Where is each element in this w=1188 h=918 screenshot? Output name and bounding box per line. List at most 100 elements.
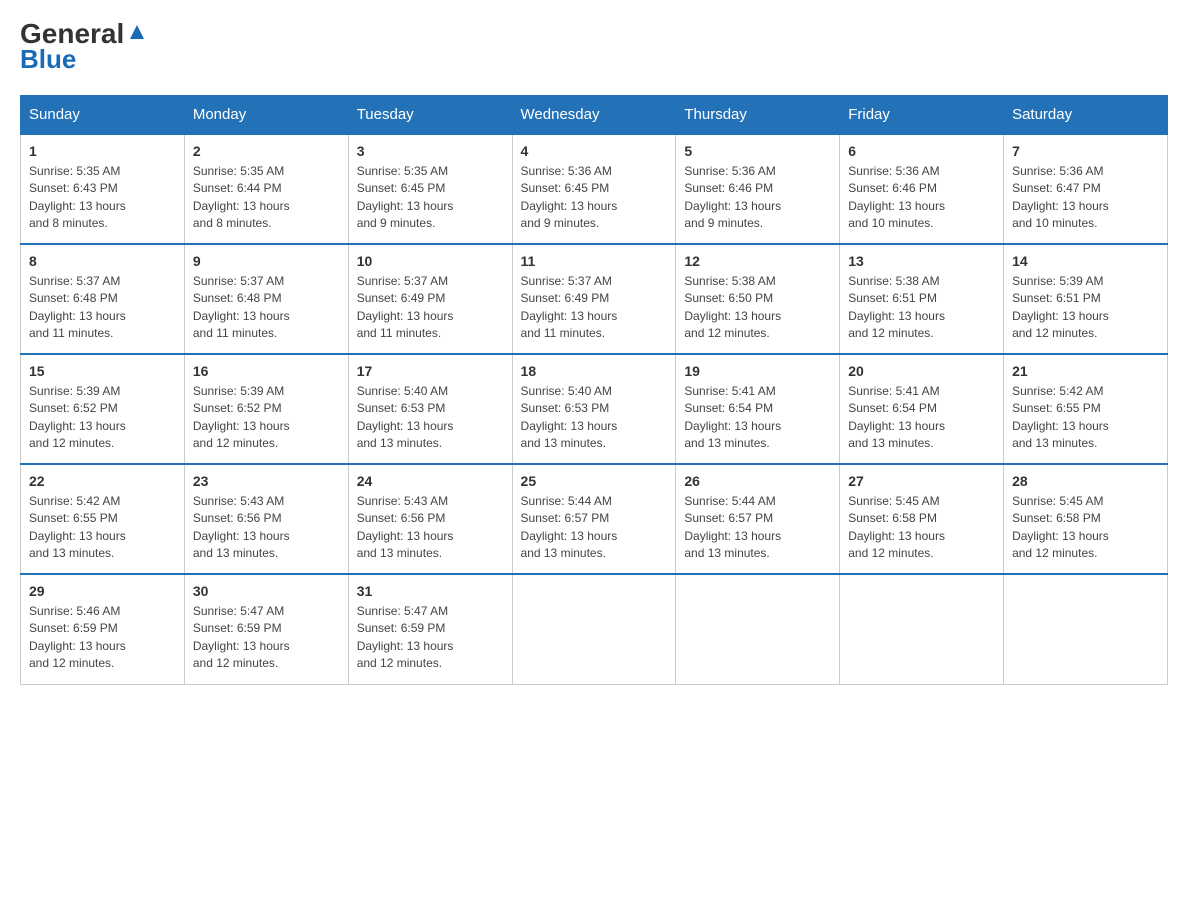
day-info: Sunrise: 5:36 AMSunset: 6:46 PMDaylight:… [684,163,831,233]
calendar-cell: 17 Sunrise: 5:40 AMSunset: 6:53 PMDaylig… [348,354,512,464]
day-number: 9 [193,253,340,269]
day-number: 15 [29,363,176,379]
day-number: 29 [29,583,176,599]
day-info: Sunrise: 5:41 AMSunset: 6:54 PMDaylight:… [684,383,831,453]
day-info: Sunrise: 5:37 AMSunset: 6:49 PMDaylight:… [357,273,504,343]
calendar-cell: 2 Sunrise: 5:35 AMSunset: 6:44 PMDayligh… [184,134,348,244]
calendar-cell: 31 Sunrise: 5:47 AMSunset: 6:59 PMDaylig… [348,574,512,684]
day-number: 5 [684,143,831,159]
day-number: 18 [521,363,668,379]
day-number: 23 [193,473,340,489]
day-number: 1 [29,143,176,159]
calendar-cell: 13 Sunrise: 5:38 AMSunset: 6:51 PMDaylig… [840,244,1004,354]
day-info: Sunrise: 5:47 AMSunset: 6:59 PMDaylight:… [357,603,504,673]
day-info: Sunrise: 5:39 AMSunset: 6:51 PMDaylight:… [1012,273,1159,343]
day-info: Sunrise: 5:45 AMSunset: 6:58 PMDaylight:… [848,493,995,563]
day-info: Sunrise: 5:39 AMSunset: 6:52 PMDaylight:… [193,383,340,453]
day-info: Sunrise: 5:40 AMSunset: 6:53 PMDaylight:… [521,383,668,453]
calendar-cell: 7 Sunrise: 5:36 AMSunset: 6:47 PMDayligh… [1004,134,1168,244]
day-info: Sunrise: 5:40 AMSunset: 6:53 PMDaylight:… [357,383,504,453]
day-info: Sunrise: 5:37 AMSunset: 6:48 PMDaylight:… [193,273,340,343]
header-day-monday: Monday [184,96,348,135]
calendar-cell [676,574,840,684]
calendar-cell: 8 Sunrise: 5:37 AMSunset: 6:48 PMDayligh… [21,244,185,354]
week-row-3: 15 Sunrise: 5:39 AMSunset: 6:52 PMDaylig… [21,354,1168,464]
day-number: 4 [521,143,668,159]
day-info: Sunrise: 5:37 AMSunset: 6:49 PMDaylight:… [521,273,668,343]
calendar-cell: 20 Sunrise: 5:41 AMSunset: 6:54 PMDaylig… [840,354,1004,464]
week-row-2: 8 Sunrise: 5:37 AMSunset: 6:48 PMDayligh… [21,244,1168,354]
logo-blue: Blue [20,44,76,75]
calendar-cell: 9 Sunrise: 5:37 AMSunset: 6:48 PMDayligh… [184,244,348,354]
day-number: 8 [29,253,176,269]
calendar-cell: 26 Sunrise: 5:44 AMSunset: 6:57 PMDaylig… [676,464,840,574]
day-number: 11 [521,253,668,269]
calendar-cell: 18 Sunrise: 5:40 AMSunset: 6:53 PMDaylig… [512,354,676,464]
calendar-cell: 29 Sunrise: 5:46 AMSunset: 6:59 PMDaylig… [21,574,185,684]
week-row-1: 1 Sunrise: 5:35 AMSunset: 6:43 PMDayligh… [21,134,1168,244]
day-number: 3 [357,143,504,159]
calendar-cell: 6 Sunrise: 5:36 AMSunset: 6:46 PMDayligh… [840,134,1004,244]
calendar-cell: 16 Sunrise: 5:39 AMSunset: 6:52 PMDaylig… [184,354,348,464]
day-number: 14 [1012,253,1159,269]
calendar-cell: 27 Sunrise: 5:45 AMSunset: 6:58 PMDaylig… [840,464,1004,574]
day-info: Sunrise: 5:35 AMSunset: 6:45 PMDaylight:… [357,163,504,233]
calendar-cell [840,574,1004,684]
calendar-cell: 1 Sunrise: 5:35 AMSunset: 6:43 PMDayligh… [21,134,185,244]
day-info: Sunrise: 5:39 AMSunset: 6:52 PMDaylight:… [29,383,176,453]
header-day-friday: Friday [840,96,1004,135]
calendar-cell: 30 Sunrise: 5:47 AMSunset: 6:59 PMDaylig… [184,574,348,684]
day-number: 13 [848,253,995,269]
day-number: 7 [1012,143,1159,159]
week-row-5: 29 Sunrise: 5:46 AMSunset: 6:59 PMDaylig… [21,574,1168,684]
header-day-tuesday: Tuesday [348,96,512,135]
day-number: 6 [848,143,995,159]
day-number: 10 [357,253,504,269]
day-info: Sunrise: 5:35 AMSunset: 6:43 PMDaylight:… [29,163,176,233]
calendar-cell: 4 Sunrise: 5:36 AMSunset: 6:45 PMDayligh… [512,134,676,244]
calendar-cell: 22 Sunrise: 5:42 AMSunset: 6:55 PMDaylig… [21,464,185,574]
day-number: 28 [1012,473,1159,489]
day-number: 31 [357,583,504,599]
day-number: 20 [848,363,995,379]
calendar-cell: 23 Sunrise: 5:43 AMSunset: 6:56 PMDaylig… [184,464,348,574]
calendar-cell: 21 Sunrise: 5:42 AMSunset: 6:55 PMDaylig… [1004,354,1168,464]
day-info: Sunrise: 5:46 AMSunset: 6:59 PMDaylight:… [29,603,176,673]
calendar-cell: 12 Sunrise: 5:38 AMSunset: 6:50 PMDaylig… [676,244,840,354]
calendar-cell: 10 Sunrise: 5:37 AMSunset: 6:49 PMDaylig… [348,244,512,354]
day-number: 16 [193,363,340,379]
header-row: SundayMondayTuesdayWednesdayThursdayFrid… [21,96,1168,135]
logo: General Blue [20,20,148,75]
day-info: Sunrise: 5:36 AMSunset: 6:46 PMDaylight:… [848,163,995,233]
day-number: 19 [684,363,831,379]
day-info: Sunrise: 5:42 AMSunset: 6:55 PMDaylight:… [1012,383,1159,453]
calendar-cell: 11 Sunrise: 5:37 AMSunset: 6:49 PMDaylig… [512,244,676,354]
page-header: General Blue [20,20,1168,75]
day-info: Sunrise: 5:45 AMSunset: 6:58 PMDaylight:… [1012,493,1159,563]
day-number: 30 [193,583,340,599]
calendar-cell [1004,574,1168,684]
day-info: Sunrise: 5:43 AMSunset: 6:56 PMDaylight:… [193,493,340,563]
day-info: Sunrise: 5:36 AMSunset: 6:45 PMDaylight:… [521,163,668,233]
calendar-cell: 25 Sunrise: 5:44 AMSunset: 6:57 PMDaylig… [512,464,676,574]
day-number: 21 [1012,363,1159,379]
day-number: 17 [357,363,504,379]
calendar-cell: 3 Sunrise: 5:35 AMSunset: 6:45 PMDayligh… [348,134,512,244]
day-number: 12 [684,253,831,269]
calendar-cell: 28 Sunrise: 5:45 AMSunset: 6:58 PMDaylig… [1004,464,1168,574]
calendar-cell: 5 Sunrise: 5:36 AMSunset: 6:46 PMDayligh… [676,134,840,244]
day-number: 22 [29,473,176,489]
day-info: Sunrise: 5:44 AMSunset: 6:57 PMDaylight:… [684,493,831,563]
day-info: Sunrise: 5:38 AMSunset: 6:51 PMDaylight:… [848,273,995,343]
day-info: Sunrise: 5:35 AMSunset: 6:44 PMDaylight:… [193,163,340,233]
calendar-table: SundayMondayTuesdayWednesdayThursdayFrid… [20,95,1168,685]
calendar-cell: 24 Sunrise: 5:43 AMSunset: 6:56 PMDaylig… [348,464,512,574]
day-number: 25 [521,473,668,489]
header-day-sunday: Sunday [21,96,185,135]
day-info: Sunrise: 5:36 AMSunset: 6:47 PMDaylight:… [1012,163,1159,233]
header-day-wednesday: Wednesday [512,96,676,135]
day-number: 2 [193,143,340,159]
header-day-thursday: Thursday [676,96,840,135]
day-info: Sunrise: 5:37 AMSunset: 6:48 PMDaylight:… [29,273,176,343]
calendar-cell: 15 Sunrise: 5:39 AMSunset: 6:52 PMDaylig… [21,354,185,464]
